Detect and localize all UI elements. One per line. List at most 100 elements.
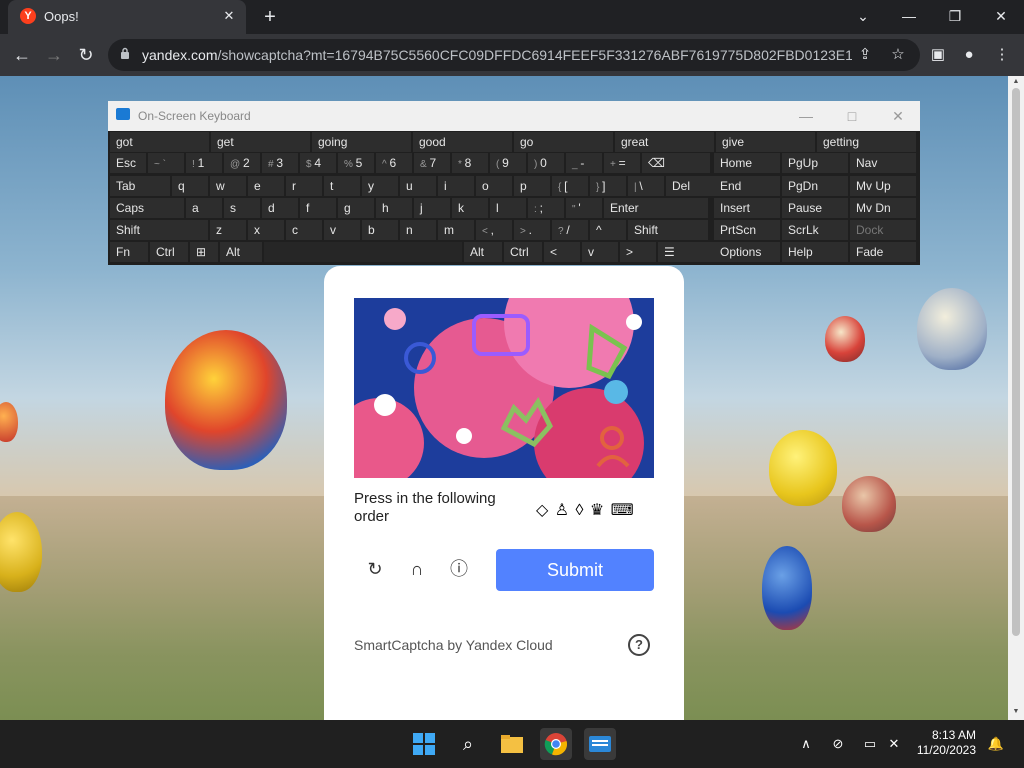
osk-key[interactable]: f xyxy=(300,198,336,218)
osk-nav-key[interactable]: Home xyxy=(714,153,780,173)
osk-key[interactable]: p xyxy=(514,176,550,196)
osk-key[interactable]: l xyxy=(490,198,526,218)
osk-key[interactable]: e xyxy=(248,176,284,196)
osk-key[interactable]: i xyxy=(438,176,474,196)
osk-key[interactable]: Enter xyxy=(604,198,708,218)
scroll-down-icon[interactable]: ▼ xyxy=(1012,708,1020,715)
osk-nav-key[interactable]: Help xyxy=(782,242,848,262)
osk-nav-key[interactable]: Fade xyxy=(850,242,916,262)
file-explorer-icon[interactable] xyxy=(496,728,528,760)
osk-key[interactable]: s xyxy=(224,198,260,218)
osk-key[interactable]: < xyxy=(544,242,580,262)
osk-key[interactable]: } ] xyxy=(590,176,626,196)
osk-key[interactable]: " ' xyxy=(566,198,602,218)
tab-close-icon[interactable]: ✕ xyxy=(220,7,238,25)
osk-nav-key[interactable]: Mv Up xyxy=(850,176,916,196)
volume-muted-icon[interactable]: ✕ xyxy=(884,734,904,754)
bookmark-star-icon[interactable]: ☆ xyxy=(886,43,910,67)
osk-close-button[interactable]: ✕ xyxy=(886,105,910,127)
network-disabled-icon[interactable]: ⊘ xyxy=(828,734,848,754)
osk-key[interactable]: Caps xyxy=(110,198,184,218)
osk-key[interactable]: & 7 xyxy=(414,153,450,173)
osk-key[interactable]: ) 0 xyxy=(528,153,564,173)
osk-key[interactable]: m xyxy=(438,220,474,240)
osk-key[interactable] xyxy=(264,242,462,262)
osk-key[interactable]: d xyxy=(262,198,298,218)
refresh-icon[interactable]: ↻ xyxy=(362,556,388,582)
reload-icon[interactable]: ↻ xyxy=(74,43,98,67)
osk-key[interactable]: Tab xyxy=(110,176,170,196)
notification-bell-icon[interactable]: 🔔 xyxy=(986,734,1006,754)
osk-key[interactable]: ^ xyxy=(590,220,626,240)
scroll-up-icon[interactable]: ▲ xyxy=(1012,78,1020,85)
show-hidden-icons-icon[interactable]: ∧ xyxy=(796,734,816,754)
osk-key[interactable]: k xyxy=(452,198,488,218)
browser-tab[interactable]: Y Oops! ✕ xyxy=(8,0,246,34)
osk-key[interactable]: q xyxy=(172,176,208,196)
osk-key[interactable]: z xyxy=(210,220,246,240)
osk-nav-key[interactable]: Pause xyxy=(782,198,848,218)
osk-key[interactable]: ( 9 xyxy=(490,153,526,173)
search-icon[interactable]: ⌕ xyxy=(452,728,484,760)
osk-key[interactable]: b xyxy=(362,220,398,240)
osk-key[interactable]: @ 2 xyxy=(224,153,260,173)
osk-key[interactable]: < , xyxy=(476,220,512,240)
osk-key[interactable]: n xyxy=(400,220,436,240)
osk-key[interactable]: ⌫ xyxy=(642,153,710,173)
osk-key[interactable]: t xyxy=(324,176,360,196)
osk-suggestion[interactable]: got xyxy=(110,132,209,152)
osk-key[interactable]: Ctrl xyxy=(504,242,542,262)
osk-nav-key[interactable]: Nav xyxy=(850,153,916,173)
osk-key[interactable]: # 3 xyxy=(262,153,298,173)
osk-key[interactable]: u xyxy=(400,176,436,196)
audio-headphones-icon[interactable]: ∩ xyxy=(404,556,430,582)
captcha-challenge-image[interactable] xyxy=(354,298,654,478)
osk-key[interactable]: Alt xyxy=(464,242,502,262)
osk-titlebar[interactable]: On-Screen Keyboard — □ ✕ xyxy=(108,101,920,131)
submit-button[interactable]: Submit xyxy=(496,549,654,591)
clock[interactable]: 8:13 AM 11/20/2023 xyxy=(906,728,976,758)
osk-key[interactable]: Shift xyxy=(110,220,208,240)
osk-key[interactable]: | \ xyxy=(628,176,664,196)
osk-key[interactable]: % 5 xyxy=(338,153,374,173)
profile-icon[interactable]: ● xyxy=(957,43,981,67)
osk-suggestion[interactable]: going xyxy=(312,132,411,152)
scrollbar-thumb[interactable] xyxy=(1012,88,1020,636)
osk-key[interactable]: > . xyxy=(514,220,550,240)
forward-icon[interactable]: → xyxy=(42,43,66,67)
osk-key[interactable]: ~ ` xyxy=(148,153,184,173)
osk-key[interactable]: Alt xyxy=(220,242,262,262)
restore-button[interactable]: ❐ xyxy=(943,4,967,28)
osk-key[interactable]: o xyxy=(476,176,512,196)
osk-key[interactable]: v xyxy=(582,242,618,262)
menu-dots-icon[interactable]: ⋮ xyxy=(990,43,1014,67)
address-bar[interactable]: yandex.com/showcaptcha?mt=16794B75C5560C… xyxy=(108,39,920,71)
osk-key[interactable]: x xyxy=(248,220,284,240)
osk-key[interactable]: ! 1 xyxy=(186,153,222,173)
osk-key[interactable]: $ 4 xyxy=(300,153,336,173)
minimize-button[interactable]: — xyxy=(897,4,921,28)
osk-suggestion[interactable]: good xyxy=(413,132,512,152)
on-screen-keyboard-taskbar-icon[interactable] xyxy=(584,728,616,760)
display-icon[interactable]: ▭ xyxy=(860,734,880,754)
osk-suggestion[interactable]: give xyxy=(716,132,815,152)
osk-key[interactable]: g xyxy=(338,198,374,218)
osk-key[interactable]: : ; xyxy=(528,198,564,218)
osk-key[interactable]: Fn xyxy=(110,242,148,262)
new-tab-button[interactable]: + xyxy=(258,5,282,29)
close-window-button[interactable]: ✕ xyxy=(989,4,1013,28)
osk-key[interactable]: _ - xyxy=(566,153,602,173)
chrome-icon[interactable] xyxy=(540,728,572,760)
osk-key[interactable]: ⊞ xyxy=(190,242,218,262)
osk-nav-key[interactable]: ScrLk xyxy=(782,220,848,240)
osk-key[interactable]: j xyxy=(414,198,450,218)
osk-maximize-button[interactable]: □ xyxy=(840,105,864,127)
osk-key[interactable]: ^ 6 xyxy=(376,153,412,173)
osk-nav-key[interactable]: Mv Dn xyxy=(850,198,916,218)
osk-key[interactable]: ? / xyxy=(552,220,588,240)
osk-key[interactable]: Ctrl xyxy=(150,242,188,262)
side-panel-icon[interactable]: ▣ xyxy=(926,43,950,67)
osk-key[interactable]: { [ xyxy=(552,176,588,196)
osk-key[interactable]: * 8 xyxy=(452,153,488,173)
osk-key[interactable]: Shift xyxy=(628,220,708,240)
